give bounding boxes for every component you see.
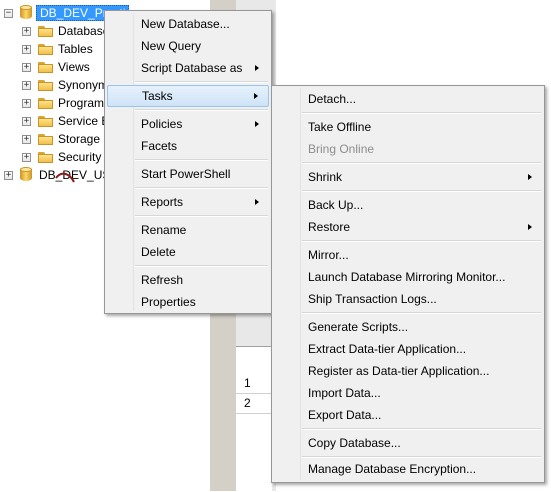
- database-icon: [20, 5, 32, 20]
- menu-item-label: Reports: [141, 195, 184, 209]
- menu-item-facets[interactable]: Facets: [107, 135, 269, 157]
- menu-item-rename[interactable]: Rename: [107, 219, 269, 241]
- database-context-menu: New Database... New Query Script Databas…: [104, 10, 272, 314]
- menu-item-reports[interactable]: Reports: [107, 191, 269, 213]
- tree-node-views[interactable]: + Views: [0, 58, 100, 76]
- menu-item-label: Policies: [141, 117, 183, 131]
- menu-item-export-data[interactable]: Export Data...: [274, 404, 542, 426]
- expand-toggle[interactable]: +: [4, 171, 13, 180]
- tree-node-security[interactable]: + Security: [0, 148, 102, 166]
- submenu-arrow-icon: [528, 224, 532, 230]
- tree-node-databases[interactable]: + Database: [0, 22, 109, 40]
- menu-item-bring-online: Bring Online: [308, 142, 375, 156]
- folder-icon: [38, 116, 53, 127]
- menu-item-detach[interactable]: Detach...: [274, 88, 542, 110]
- menu-item-take-offline[interactable]: Take Offline: [274, 116, 542, 138]
- menu-item-tasks[interactable]: Tasks: [107, 85, 269, 107]
- expand-toggle[interactable]: +: [22, 81, 31, 90]
- expand-toggle[interactable]: +: [22, 117, 31, 126]
- tree-node-second-db[interactable]: + DB_DEV_USE: [0, 166, 118, 184]
- menu-item-launch-mirroring-monitor[interactable]: Launch Database Mirroring Monitor...: [274, 266, 542, 288]
- table-row[interactable]: 2: [236, 393, 272, 414]
- menu-item-label: Script Database as: [141, 61, 243, 75]
- row-number: 1: [244, 376, 251, 390]
- tree-node-label: Database: [58, 24, 110, 38]
- expand-toggle[interactable]: +: [22, 153, 31, 162]
- expand-toggle[interactable]: +: [22, 45, 31, 54]
- tree-node-service-broker[interactable]: + Service B: [0, 112, 109, 130]
- submenu-arrow-icon: [255, 199, 259, 205]
- tree-node-label: Tables: [58, 42, 93, 56]
- menu-item-delete[interactable]: Delete: [107, 241, 269, 263]
- menu-item-restore[interactable]: Restore: [274, 216, 542, 238]
- menu-item-policies[interactable]: Policies: [107, 113, 269, 135]
- tree-node-storage[interactable]: + Storage: [0, 130, 100, 148]
- folder-icon: [38, 98, 53, 109]
- folder-icon: [38, 26, 53, 37]
- menu-item-generate-scripts[interactable]: Generate Scripts...: [274, 316, 542, 338]
- submenu-arrow-icon: [528, 174, 532, 180]
- tree-node-tables[interactable]: + Tables: [0, 40, 100, 58]
- table-row[interactable]: 1: [236, 373, 272, 394]
- expand-toggle[interactable]: +: [22, 99, 31, 108]
- row-number: 2: [244, 396, 251, 410]
- collapse-toggle[interactable]: −: [4, 9, 13, 18]
- menu-item-script-database-as[interactable]: Script Database as: [107, 57, 269, 79]
- menu-item-register-data-tier[interactable]: Register as Data-tier Application...: [274, 360, 542, 382]
- menu-item-new-database[interactable]: New Database...: [107, 13, 269, 35]
- folder-icon: [38, 134, 53, 145]
- results-grid: 1 2: [236, 346, 272, 492]
- tasks-submenu: Detach... Take Offline Bring Online Shri…: [271, 85, 545, 483]
- menu-item-copy-database[interactable]: Copy Database...: [274, 432, 542, 454]
- menu-item-new-query[interactable]: New Query: [107, 35, 269, 57]
- menu-item-extract-data-tier[interactable]: Extract Data-tier Application...: [274, 338, 542, 360]
- tree-node-label: Program: [58, 96, 105, 110]
- tree-node-label: Views: [58, 60, 90, 74]
- menu-item-properties[interactable]: Properties: [107, 291, 269, 313]
- tree-node-programmability[interactable]: + Program: [0, 94, 104, 112]
- menu-item-import-data[interactable]: Import Data...: [274, 382, 542, 404]
- tree-node-label: Storage: [58, 132, 101, 146]
- menu-item-label: Tasks: [142, 89, 173, 103]
- expand-toggle[interactable]: +: [22, 63, 31, 72]
- folder-icon: [38, 80, 53, 91]
- cursor-squiggle-icon: [55, 172, 75, 183]
- folder-icon: [38, 62, 53, 73]
- folder-icon: [38, 152, 53, 163]
- tree-node-label: Security: [58, 150, 102, 164]
- submenu-arrow-icon: [255, 121, 259, 127]
- tree-node-label: Synonym: [58, 78, 109, 92]
- menu-item-start-powershell[interactable]: Start PowerShell: [107, 163, 269, 185]
- menu-item-label: Shrink: [308, 170, 343, 184]
- menu-item-shrink[interactable]: Shrink: [274, 166, 542, 188]
- menu-item-mirror[interactable]: Mirror...: [274, 244, 542, 266]
- folder-icon: [38, 44, 53, 55]
- submenu-arrow-icon: [254, 93, 258, 99]
- submenu-arrow-icon: [255, 65, 259, 71]
- tree-node-label: Service B: [58, 114, 110, 128]
- expand-toggle[interactable]: +: [22, 27, 31, 36]
- menu-item-manage-encryption[interactable]: Manage Database Encryption...: [274, 458, 542, 480]
- menu-item-refresh[interactable]: Refresh: [107, 269, 269, 291]
- database-icon: [20, 167, 32, 182]
- menu-item-label: Restore: [308, 220, 351, 234]
- menu-item-back-up[interactable]: Back Up...: [274, 194, 542, 216]
- tree-node-synonyms[interactable]: + Synonym: [0, 76, 108, 94]
- expand-toggle[interactable]: +: [22, 135, 31, 144]
- menu-item-ship-transaction-logs[interactable]: Ship Transaction Logs...: [274, 288, 542, 310]
